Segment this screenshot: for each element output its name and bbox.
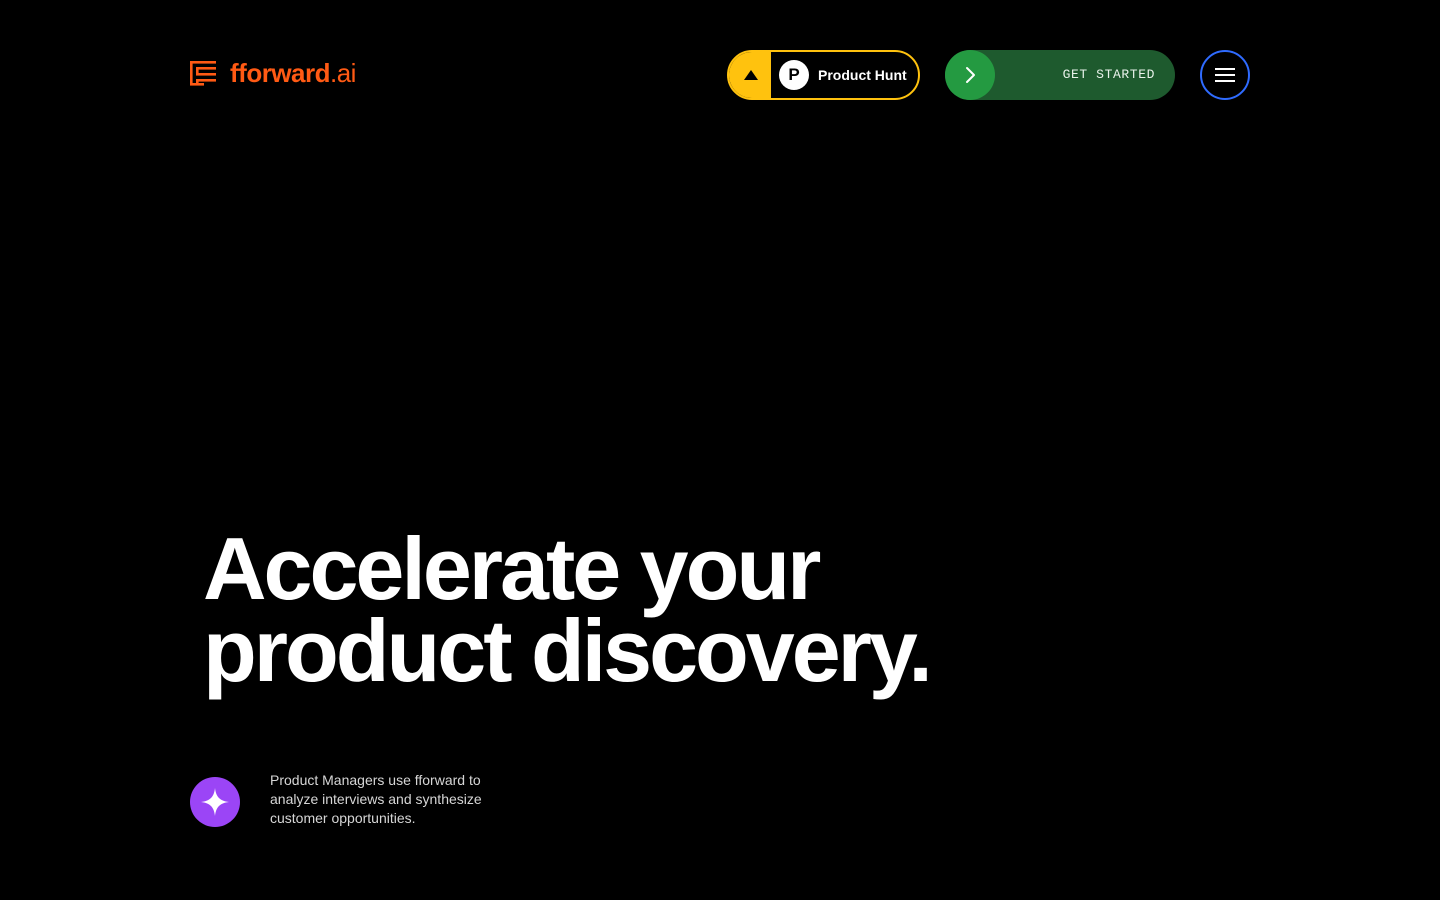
landing-page: fforward.ai P Product Hunt GET STARTED A… — [0, 0, 1440, 900]
product-hunt-button[interactable]: P Product Hunt — [727, 50, 920, 100]
chevron-right-icon — [966, 67, 975, 83]
menu-button[interactable] — [1200, 50, 1250, 100]
hero-title-line-1: Accelerate your — [203, 519, 821, 618]
logo-tld-text: .ai — [330, 58, 356, 88]
upvote-section — [729, 52, 771, 98]
sparkle-badge — [190, 777, 240, 827]
product-hunt-logo-icon: P — [779, 60, 809, 90]
product-hunt-label: Product Hunt — [818, 67, 907, 83]
hamburger-menu-icon — [1215, 68, 1235, 82]
stacked-bars-logo-icon — [190, 61, 216, 86]
logo-brand-text: fforward — [230, 58, 331, 88]
logo-wordmark: fforward.ai — [230, 60, 356, 86]
get-started-label: GET STARTED — [1062, 67, 1155, 82]
get-started-button[interactable]: GET STARTED — [945, 50, 1175, 100]
hero-title: Accelerate your product discovery. — [203, 519, 933, 700]
upvote-triangle-icon — [744, 70, 758, 80]
sparkle-icon — [201, 788, 229, 816]
cta-arrow-circle — [945, 50, 995, 100]
hero-subtitle: Product Managers use fforward to analyze… — [270, 772, 482, 826]
logo-link[interactable]: fforward.ai — [190, 60, 356, 86]
hero-title-line-2: product discovery. — [203, 601, 933, 700]
